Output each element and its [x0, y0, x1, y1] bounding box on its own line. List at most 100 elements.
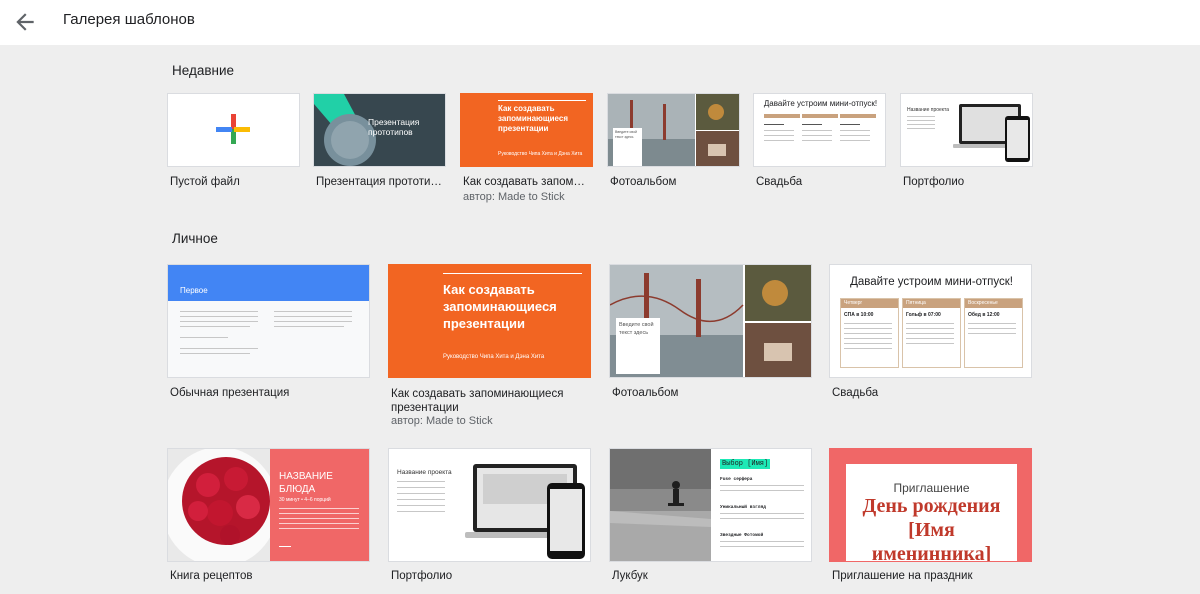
template-thumbnail[interactable]: Введите свой текст здесь — [609, 264, 812, 378]
template-card-memorable-large[interactable]: Как создавать запоминающиеся презентации… — [388, 264, 592, 428]
text-line — [968, 323, 1016, 324]
template-card-prototypes[interactable]: Презентация прототипов Презентация прото… — [313, 93, 447, 203]
template-name: Лукбук — [612, 570, 648, 582]
template-thumbnail[interactable]: Название проекта — [388, 448, 591, 562]
template-thumbnail[interactable]: Введите свой текст здесь — [607, 93, 740, 167]
template-name: Презентация прототипов — [316, 176, 444, 188]
text-line — [279, 518, 359, 519]
template-card-wedding[interactable]: Давайте устроим мини-отпуск! Свадьба — [753, 93, 887, 203]
arrow-back-icon[interactable] — [12, 9, 38, 35]
template-name: Фотоальбом — [612, 387, 679, 399]
divider-line — [498, 100, 586, 101]
template-thumbnail[interactable] — [167, 93, 300, 167]
thumb-title: Давайте устроим мини-отпуск! — [850, 276, 1013, 288]
text-line — [840, 130, 870, 131]
text-line — [840, 124, 860, 125]
template-thumbnail[interactable]: Первое — [167, 264, 370, 378]
template-card-party-invitation[interactable]: Приглашение День рождения [Имя именинник… — [829, 448, 1033, 588]
text-line — [906, 328, 954, 329]
template-name: Портфолио — [391, 570, 453, 582]
thumb-subtitle: Руководство Чипа Хита и Дэна Хита — [443, 354, 545, 360]
text-line — [906, 338, 954, 339]
text-line — [279, 513, 359, 514]
text-line — [764, 140, 794, 141]
divider-line — [443, 273, 582, 274]
template-author: автор: Made to Stick — [391, 415, 493, 427]
text-line — [802, 124, 822, 125]
photo-caption-box: Введите свой текст здесь — [616, 318, 660, 374]
text-line — [274, 326, 344, 327]
text-line — [906, 323, 954, 324]
template-thumbnail[interactable]: Как создавать запоминающиеся презентации… — [388, 264, 591, 378]
template-thumbnail[interactable]: Презентация прототипов — [313, 93, 446, 167]
template-thumbnail[interactable]: Выбор [Имя] Fuse серфера Уникальный взгл… — [609, 448, 812, 562]
thumb-title: Давайте устроим мини-отпуск! — [763, 99, 878, 108]
event-time: Обед в 12:00 — [968, 312, 1000, 318]
text-line — [720, 518, 804, 519]
template-card-blank[interactable]: Пустой файл — [167, 93, 301, 203]
template-card-photo-album-large[interactable]: Введите свой текст здесь Фотоальбом — [609, 264, 813, 404]
divider-line — [279, 546, 291, 547]
thumb-title: Первое — [180, 286, 208, 295]
text-line — [274, 316, 352, 317]
day-column: Воскресенье Обед в 12:00 — [964, 298, 1023, 368]
template-thumbnail[interactable]: Давайте устроим мини-отпуск! — [753, 93, 886, 167]
text-line — [274, 311, 352, 312]
text-line — [844, 328, 892, 329]
template-card-portfolio-large[interactable]: Название проекта Портфолио — [388, 448, 592, 588]
template-thumbnail[interactable]: Приглашение День рождения [Имя именинник… — [829, 448, 1032, 562]
text-line — [802, 140, 832, 141]
template-card-basic[interactable]: Первое Обычная презентация — [167, 264, 371, 404]
template-thumbnail[interactable]: Давайте устроим мини-отпуск! Четверг СПА… — [829, 264, 1032, 378]
text-line — [844, 333, 892, 334]
column-header — [840, 114, 876, 118]
thumb-title: Выбор [Имя] — [720, 459, 771, 469]
section-title-recent: Недавние — [172, 63, 235, 78]
column-header: Воскресенье — [965, 299, 1022, 308]
text-line — [274, 321, 352, 322]
event-time: СПА в 10:00 — [844, 312, 874, 318]
text-line — [764, 124, 784, 125]
template-card-memorable[interactable]: Как создавать запоминающиеся презентации… — [460, 93, 594, 213]
template-name: Обычная презентация — [170, 387, 290, 399]
template-thumbnail[interactable]: Как создавать запоминающиеся презентации… — [460, 93, 593, 167]
text-line — [906, 343, 954, 344]
text-line — [802, 135, 832, 136]
laptop-phone-icon — [465, 464, 585, 559]
template-name: Приглашение на праздник — [832, 570, 973, 582]
column-header: Пятница — [903, 299, 960, 308]
text-line — [279, 508, 359, 509]
template-name: Фотоальбом — [610, 176, 677, 188]
text-line — [968, 333, 1016, 334]
template-card-portfolio[interactable]: Название проекта Портфолио — [900, 93, 1034, 203]
template-thumbnail[interactable]: Название проекта — [900, 93, 1033, 167]
photo-caption: Введите свой текст здесь — [615, 130, 637, 139]
text-line — [844, 338, 892, 339]
text-line — [906, 333, 954, 334]
template-card-photo-album[interactable]: Введите свой текст здесь Фотоальбом — [607, 93, 741, 203]
template-thumbnail[interactable]: НАЗВАНИЕ БЛЮДА 30 минут • 4–6 порций — [167, 448, 370, 562]
plus-icon — [216, 114, 250, 144]
raspberries-image — [168, 449, 369, 561]
invitation-heading: День рождения [Имя именинника] — [862, 495, 1001, 562]
text-line — [180, 321, 258, 322]
text-line — [802, 130, 832, 131]
column-header: Четверг — [841, 299, 898, 308]
thumb-subtitle: Руководство Чипа Хита и Дэна Хита — [498, 151, 583, 157]
template-card-lookbook[interactable]: Выбор [Имя] Fuse серфера Уникальный взгл… — [609, 448, 813, 588]
day-column: Пятница Гольф в 07:00 — [902, 298, 961, 368]
template-card-wedding-large[interactable]: Давайте устроим мини-отпуск! Четверг СПА… — [829, 264, 1033, 404]
text-line — [720, 541, 804, 542]
text-line — [279, 528, 359, 529]
text-line — [180, 311, 258, 312]
text-line — [764, 130, 794, 131]
photo-caption: Введите свой текст здесь — [619, 322, 654, 336]
laptop-phone-icon — [953, 104, 1030, 162]
text-line — [180, 326, 250, 327]
text-line — [844, 348, 892, 349]
template-name: Свадьба — [756, 176, 803, 188]
template-name: Пустой файл — [170, 176, 240, 188]
template-card-recipe-book[interactable]: НАЗВАНИЕ БЛЮДА 30 минут • 4–6 порций Кни… — [167, 448, 371, 588]
template-name: Портфолио — [903, 176, 965, 188]
text-line — [180, 348, 258, 349]
